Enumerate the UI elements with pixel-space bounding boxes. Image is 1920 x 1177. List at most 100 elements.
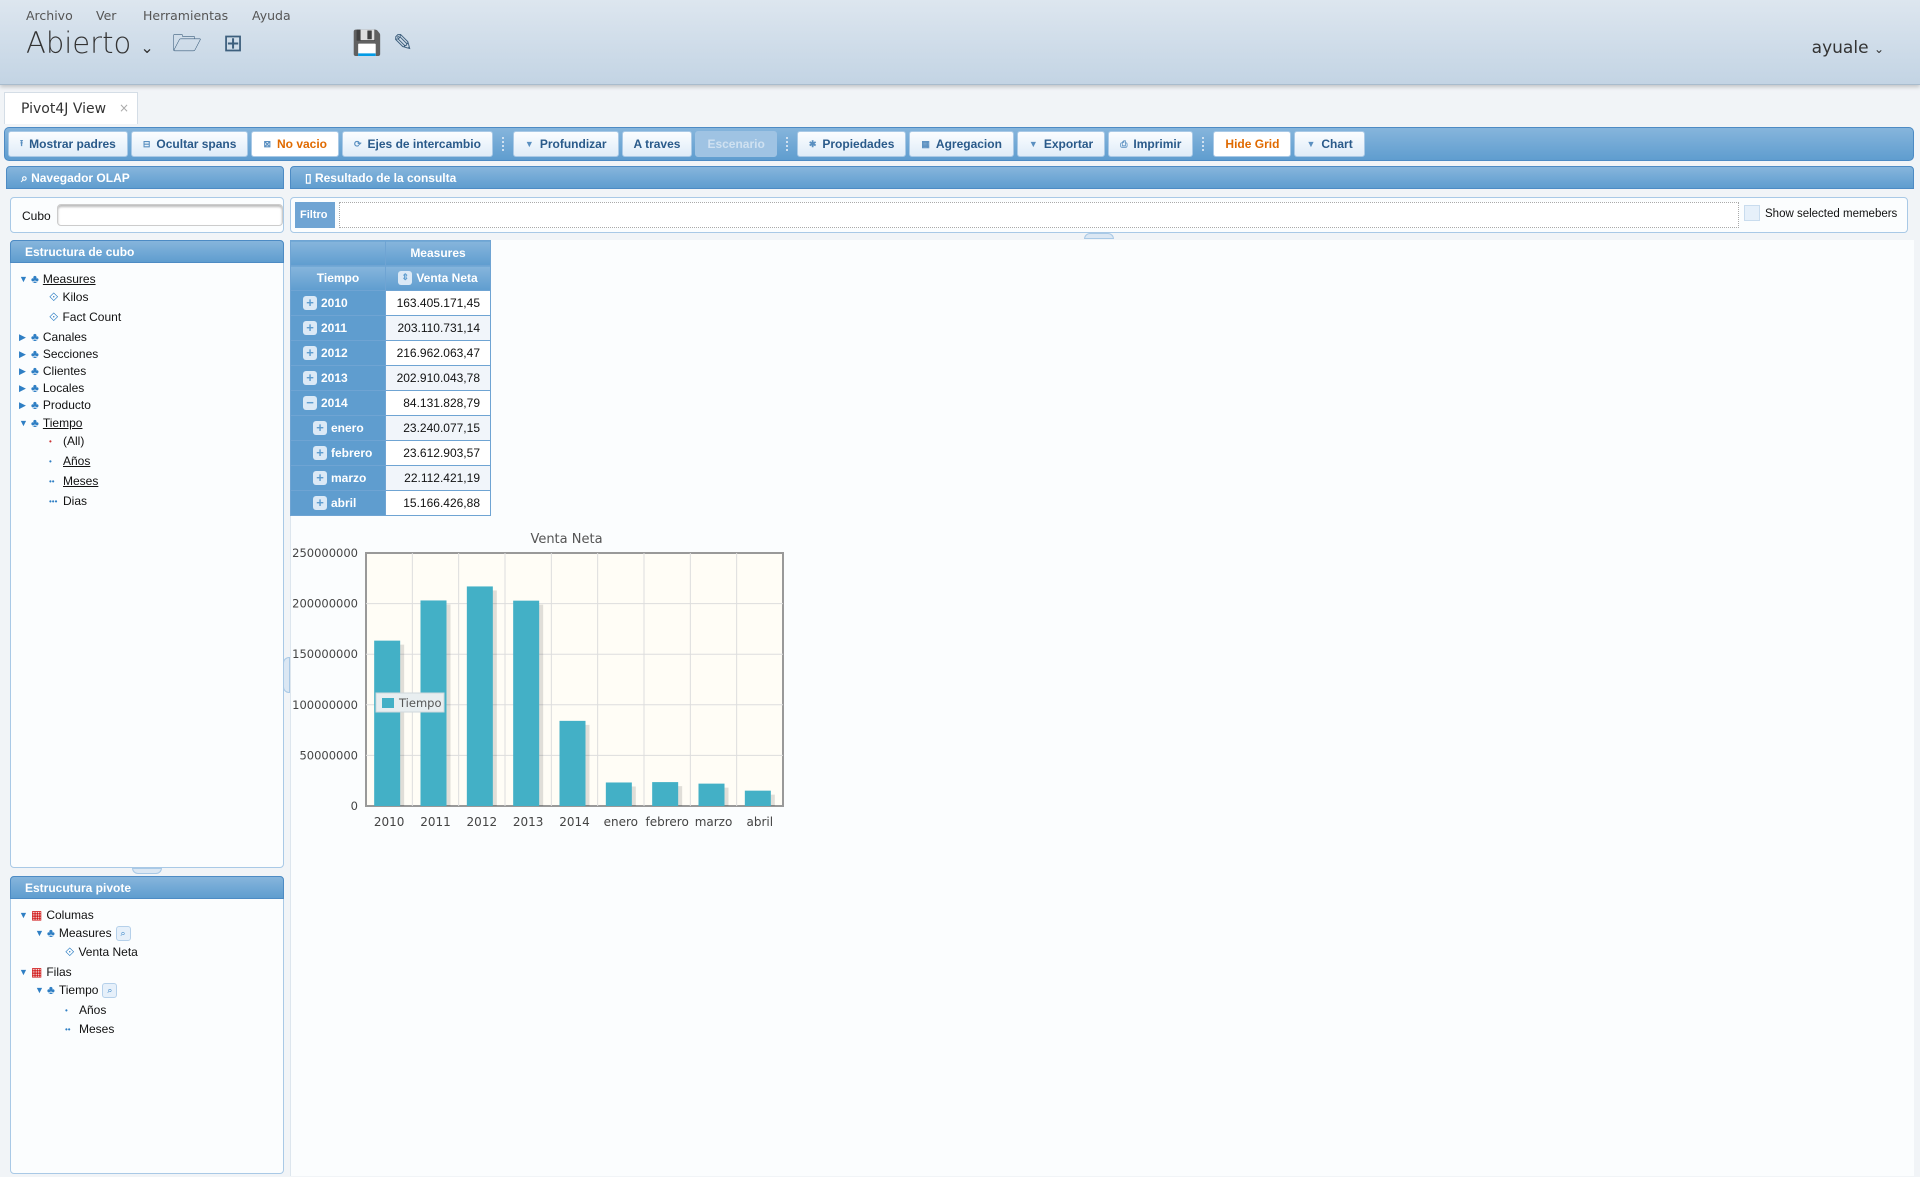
button-label: Profundizar [539, 137, 607, 151]
expand-icon[interactable]: + [313, 421, 327, 436]
expand-icon[interactable]: + [313, 471, 327, 486]
save-icon[interactable]: 💾 [352, 30, 382, 58]
tab-pivot4j-view[interactable]: Pivot4J View × [4, 92, 138, 124]
imprimir-button[interactable]: ⎙ Imprimir [1108, 131, 1194, 157]
collapsed-arrow-icon[interactable]: ▶ [19, 332, 31, 343]
hierarchy-icon: ♣ [31, 398, 39, 412]
close-icon[interactable]: × [119, 101, 129, 115]
tree-item[interactable]: •• Meses [65, 1021, 114, 1037]
member-label: febrero [331, 445, 373, 460]
level-icon: ••• [49, 496, 58, 506]
tree-item[interactable]: ▶ ♣ Secciones [19, 346, 98, 362]
sort-icon[interactable]: ⇕ [398, 271, 413, 286]
menu-ayuda[interactable]: Ayuda [252, 8, 291, 23]
user-menu[interactable]: ayuale ⌄ [1812, 38, 1884, 58]
tree-item[interactable]: • Años [49, 453, 90, 469]
table-row: +2010 163.405.171,45 [290, 290, 491, 316]
expand-icon[interactable]: + [303, 346, 317, 361]
y-tick-label: 100000000 [292, 698, 358, 712]
bar-chart: Venta Neta 0 50000000 100000000 150000000 200… [292, 532, 784, 829]
chevron-down-icon: ⌄ [1873, 42, 1884, 56]
mostrar-padres-button[interactable]: ⭱ Mostrar padres [8, 131, 128, 157]
collapse-icon[interactable]: − [303, 396, 317, 411]
expanded-arrow-icon[interactable]: ▼ [19, 967, 31, 977]
expand-icon[interactable]: + [303, 296, 317, 311]
result-header: ▯ Resultado de la consulta [290, 166, 1914, 189]
cube-structure-panel: Estructura de cubo ▼ ♣ Measures ⟐ Kilos ⟐ Fact… [10, 240, 284, 868]
search-icon[interactable]: ⌕ [115, 925, 131, 941]
chart-button[interactable]: ▼ Chart [1294, 131, 1365, 157]
exportar-button[interactable]: ▼ Exportar [1016, 131, 1106, 157]
tree-item[interactable]: ▼ ▦ Columas [19, 907, 94, 923]
hierarchy-icon: ♣ [31, 416, 39, 430]
level-icon: • [65, 1005, 68, 1015]
dropdown-icon: ▼ [1028, 139, 1038, 149]
measure-label: Venta Neta [416, 270, 478, 285]
tree-item[interactable]: ▼ ♣ Tiempo ⌕ [35, 982, 118, 998]
button-label: Propiedades [822, 137, 895, 151]
a-traves-button[interactable]: A traves [621, 131, 693, 157]
measure-header[interactable]: ⇕ Venta Neta [385, 265, 491, 291]
propiedades-button[interactable]: ✱ Propiedades [796, 131, 907, 157]
tree-item[interactable]: • Años [65, 1002, 106, 1018]
expand-icon[interactable]: + [313, 446, 327, 461]
no-vacio-button[interactable]: ⊠ No vacio [251, 131, 339, 157]
collapsed-arrow-icon[interactable]: ▶ [19, 400, 31, 411]
tree-item[interactable]: ⟐ Kilos [49, 289, 88, 305]
tree-item[interactable]: ▶ ♣ Canales [19, 329, 87, 345]
profundizar-button[interactable]: ▼ Profundizar [512, 131, 619, 157]
tree-item[interactable]: •• Meses [49, 473, 98, 489]
search-icon[interactable]: ⌕ [102, 982, 118, 998]
member-label: abril [331, 495, 357, 510]
resize-handle[interactable] [132, 868, 162, 874]
perspective-selector[interactable]: Abierto ⌄ [26, 26, 154, 60]
tree-item-label: Meses [79, 1022, 115, 1036]
tree-item[interactable]: ▶ ♣ Clientes [19, 363, 86, 379]
menu-archivo[interactable]: Archivo [26, 8, 73, 23]
expanded-arrow-icon[interactable]: ▼ [19, 910, 31, 920]
tree-item[interactable]: ▶ ♣ Producto [19, 397, 91, 413]
hierarchy-icon: ♣ [31, 364, 39, 378]
value-cell: 216.962.063,47 [385, 340, 491, 366]
document-icon: ▯ [305, 171, 315, 185]
hierarchy-icon: ♣ [47, 926, 55, 940]
collapsed-arrow-icon[interactable]: ▶ [19, 349, 31, 360]
tree-item[interactable]: ▼ ♣ Tiempo [19, 415, 82, 431]
legend-label: Tiempo [398, 696, 441, 710]
expand-icon[interactable]: + [313, 496, 327, 511]
hide-grid-button[interactable]: Hide Grid [1213, 131, 1292, 157]
expanded-arrow-icon[interactable]: ▼ [19, 418, 31, 428]
open-folder-icon[interactable]: 🗁 [172, 30, 202, 58]
resize-handle[interactable] [1084, 233, 1114, 239]
save-as-icon[interactable]: ✎ [388, 30, 418, 58]
agregacion-button[interactable]: ▦ Agregacion [909, 131, 1014, 157]
table-row: + enero 23.240.077,15 [290, 415, 491, 441]
ejes-de-intercambio-button[interactable]: ⟳ Ejes de intercambio [342, 131, 493, 157]
collapsed-arrow-icon[interactable]: ▶ [19, 366, 31, 377]
escenario-button[interactable]: Escenario [695, 131, 777, 157]
menu-herramientas[interactable]: Herramientas [143, 8, 228, 23]
ocultar-spans-button[interactable]: ⊟ Ocultar spans [130, 131, 249, 157]
menu-ver[interactable]: Ver [96, 8, 116, 23]
legend-swatch [382, 698, 394, 708]
new-file-icon[interactable]: ⊞ [218, 30, 248, 58]
tree-item[interactable]: ▶ ♣ Locales [19, 380, 84, 396]
bar-febrero [652, 782, 679, 806]
tree-item[interactable]: ⟐ Fact Count [49, 309, 121, 325]
expanded-arrow-icon[interactable]: ▼ [19, 274, 31, 284]
show-selected-checkbox[interactable] [1744, 205, 1760, 221]
tree-item[interactable]: ▼ ▦ Filas [19, 964, 72, 980]
tree-item[interactable]: ••• Dias [49, 493, 87, 509]
expand-icon[interactable]: + [303, 321, 317, 336]
expand-icon[interactable]: + [303, 371, 317, 386]
filter-drop-zone[interactable] [339, 202, 1739, 228]
tree-item[interactable]: ▼ ♣ Measures [19, 271, 96, 287]
arrow-up-icon: ⭱ [20, 138, 24, 148]
collapsed-arrow-icon[interactable]: ▶ [19, 383, 31, 394]
expanded-arrow-icon[interactable]: ▼ [35, 985, 47, 995]
expanded-arrow-icon[interactable]: ▼ [35, 928, 47, 938]
tree-item[interactable]: ⟐ Venta Neta [65, 944, 138, 960]
tree-item[interactable]: ▼ ♣ Measures ⌕ [35, 925, 131, 941]
tree-item[interactable]: • (All) [49, 433, 84, 449]
cube-select[interactable] [57, 204, 283, 226]
